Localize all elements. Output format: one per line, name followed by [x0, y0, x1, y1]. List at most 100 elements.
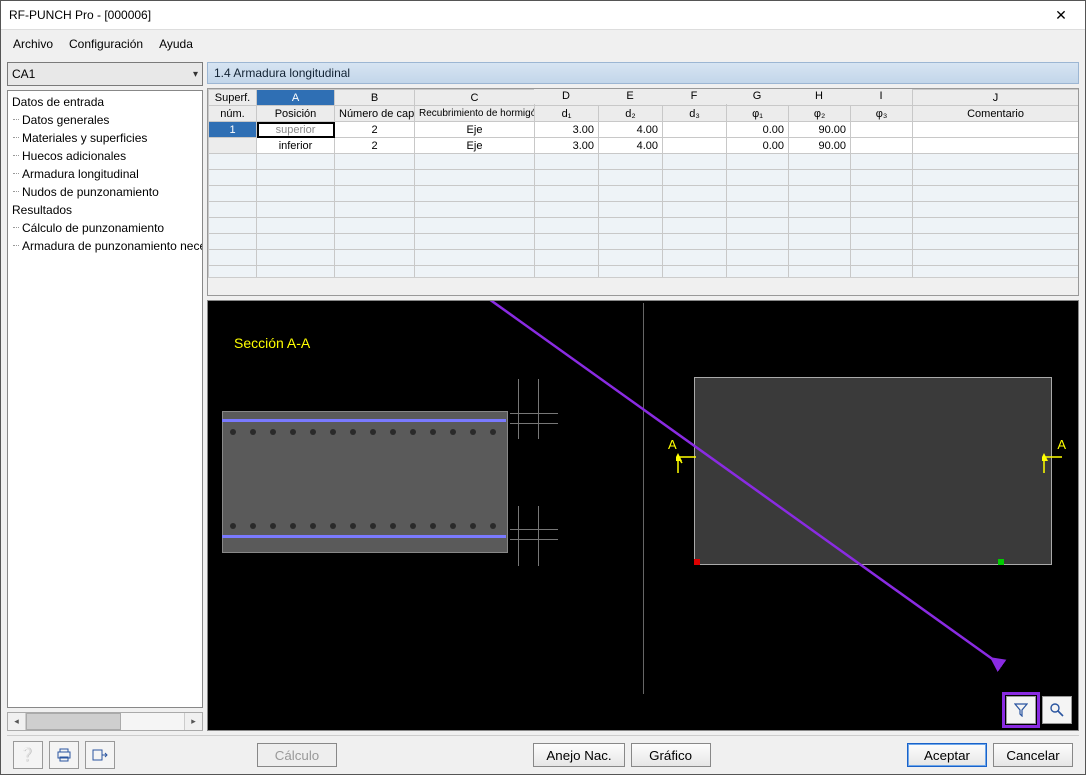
scroll-right-icon[interactable]: ▸	[184, 713, 202, 730]
menu-file[interactable]: Archivo	[7, 35, 59, 53]
cell-d2[interactable]: 4.00	[599, 122, 663, 138]
export-button[interactable]	[85, 741, 115, 769]
cell-comment[interactable]	[913, 122, 1079, 138]
scroll-track[interactable]	[26, 713, 184, 730]
tree-h-scrollbar[interactable]: ◂ ▸	[7, 712, 203, 731]
tree-item-long-reinf[interactable]: Armadura longitudinal	[8, 165, 202, 183]
help-button[interactable]: ❔	[13, 741, 43, 769]
cell-d2[interactable]: 4.00	[599, 138, 663, 154]
section-mark-a-left: A	[668, 437, 677, 452]
viewer-toolbar	[1006, 696, 1072, 724]
tree-item-punching-calc[interactable]: Cálculo de punzonamiento	[8, 219, 202, 237]
section-label: Sección A-A	[234, 335, 310, 351]
data-grid[interactable]: Superf. A B C Recubrimiento de hormigón …	[207, 88, 1079, 296]
hdr-phi2[interactable]: φ₂	[789, 106, 851, 122]
cell-p3[interactable]	[851, 122, 913, 138]
graphics-button[interactable]: Gráfico	[631, 743, 711, 767]
hdr-comment[interactable]: Comentario	[913, 106, 1079, 122]
titlebar: RF-PUNCH Pro - [000006] ✕	[1, 1, 1085, 30]
cell-d1[interactable]: 3.00	[535, 138, 599, 154]
table-row-empty	[209, 170, 1079, 186]
table-row-empty	[209, 250, 1079, 266]
bottom-bar: ❔ Cálculo Anejo Nac. Gráfico Aceptar Can…	[7, 735, 1079, 774]
tree-item-openings[interactable]: Huecos adicionales	[8, 147, 202, 165]
grid-corner-bot: núm.	[209, 106, 257, 122]
cancel-button[interactable]: Cancelar	[993, 743, 1073, 767]
hdr-position[interactable]: Posición	[257, 106, 335, 122]
hdr-ref[interactable]: Recubrimiento de hormigón de referencia	[415, 106, 535, 122]
cell-p3[interactable]	[851, 138, 913, 154]
cell-d3[interactable]	[663, 138, 727, 154]
calc-button[interactable]: Cálculo	[257, 743, 337, 767]
col-letter-b[interactable]: B	[335, 90, 415, 106]
hdr-d1[interactable]: d₁	[535, 106, 599, 122]
grid-h-scroll[interactable]	[208, 277, 1078, 295]
cell-position[interactable]: superior	[257, 122, 335, 138]
magnifier-icon	[1049, 702, 1065, 718]
pane-title: 1.4 Armadura longitudinal	[207, 62, 1079, 84]
tree-item-punching-nodes[interactable]: Nudos de punzonamiento	[8, 183, 202, 201]
table-row-empty	[209, 186, 1079, 202]
printer-icon	[56, 748, 72, 762]
top-bars	[230, 429, 496, 435]
cell-layers[interactable]: 2	[335, 122, 415, 138]
filter-button[interactable]	[1006, 696, 1036, 724]
case-combo-value: CA1	[12, 67, 35, 81]
table-row-empty	[209, 202, 1079, 218]
print-button[interactable]	[49, 741, 79, 769]
tree-item-materials[interactable]: Materiales y superficies	[8, 129, 202, 147]
scroll-left-icon[interactable]: ◂	[8, 713, 26, 730]
table-row-empty	[209, 218, 1079, 234]
cell-comment[interactable]	[913, 138, 1079, 154]
case-combo[interactable]: CA1 ▾	[7, 62, 203, 86]
tree-item-punching-reinf[interactable]: Armadura de punzonamiento necesaria	[8, 237, 202, 255]
rebar-top	[222, 419, 506, 422]
col-letter-c[interactable]: C	[415, 90, 535, 106]
hdr-d3[interactable]: d₃	[663, 106, 727, 122]
nav-tree[interactable]: Datos de entrada Datos generales Materia…	[7, 90, 203, 708]
window-title: RF-PUNCH Pro - [000006]	[9, 8, 1041, 22]
close-button[interactable]: ✕	[1041, 1, 1081, 29]
hdr-layers[interactable]: Número de capas	[335, 106, 415, 122]
menu-help[interactable]: Ayuda	[153, 35, 199, 53]
hdr-phi3[interactable]: φ₃	[851, 106, 913, 122]
viewer-splitter[interactable]	[643, 303, 644, 694]
cell-p2[interactable]: 90.00	[789, 138, 851, 154]
row-num[interactable]: 1	[209, 122, 257, 138]
national-annex-button[interactable]: Anejo Nac.	[533, 743, 624, 767]
hdr-phi1[interactable]: φ₁	[727, 106, 789, 122]
menubar: Archivo Configuración Ayuda	[1, 30, 1085, 58]
tree-item-general[interactable]: Datos generales	[8, 111, 202, 129]
menu-config[interactable]: Configuración	[63, 35, 149, 53]
cell-ref[interactable]: Eje	[415, 122, 535, 138]
table-row[interactable]: 1 superior 2 Eje 3.00 4.00 0.00 90.00	[209, 122, 1079, 138]
plan-view	[694, 377, 1052, 565]
graphics-viewer[interactable]: Sección A-A	[207, 300, 1079, 731]
grid-corner-top: Superf.	[209, 90, 257, 106]
cell-d1[interactable]: 3.00	[535, 122, 599, 138]
bottom-bars	[230, 523, 496, 529]
scroll-thumb[interactable]	[26, 713, 121, 730]
cell-p2[interactable]: 90.00	[789, 122, 851, 138]
col-letter-j[interactable]: J	[913, 90, 1079, 106]
zoom-button[interactable]	[1042, 696, 1072, 724]
table-row[interactable]: inferior 2 Eje 3.00 4.00 0.00 90.00	[209, 138, 1079, 154]
col-letter-a[interactable]: A	[257, 90, 335, 106]
cell-layers[interactable]: 2	[335, 138, 415, 154]
tree-group-results[interactable]: Resultados	[8, 201, 202, 219]
help-icon: ❔	[20, 747, 36, 763]
hdr-d2[interactable]: d₂	[599, 106, 663, 122]
table-row-empty	[209, 154, 1079, 170]
cell-p1[interactable]: 0.00	[727, 138, 789, 154]
accept-button[interactable]: Aceptar	[907, 743, 987, 767]
cell-position[interactable]: inferior	[257, 138, 335, 154]
table-row-empty	[209, 234, 1079, 250]
cell-p1[interactable]: 0.00	[727, 122, 789, 138]
tree-group-input[interactable]: Datos de entrada	[8, 93, 202, 111]
funnel-icon	[1014, 703, 1028, 717]
cell-ref[interactable]: Eje	[415, 138, 535, 154]
row-num[interactable]	[209, 138, 257, 154]
cell-d3[interactable]	[663, 122, 727, 138]
node-marker-red	[694, 559, 700, 565]
rebar-bottom	[222, 535, 506, 538]
